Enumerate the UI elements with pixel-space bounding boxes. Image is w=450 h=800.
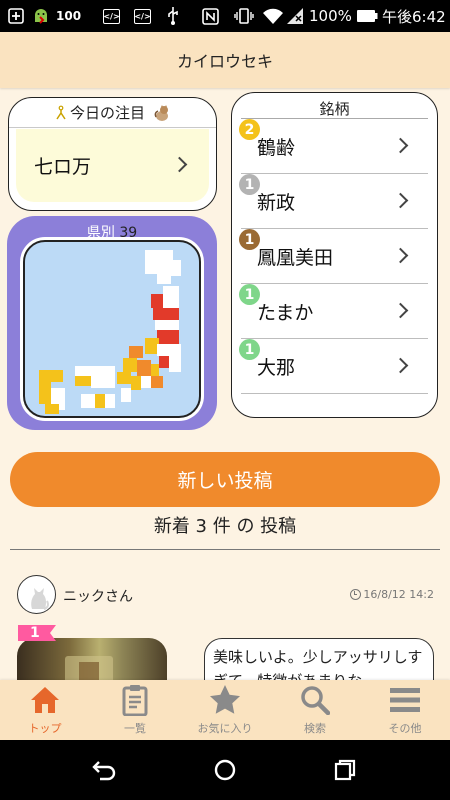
brand-name: 大那: [257, 356, 296, 379]
new-post-label: 新しい投稿: [177, 470, 273, 492]
featured-item-name: 七ロ万: [34, 156, 92, 178]
wifi-icon: [262, 0, 284, 32]
back-icon[interactable]: [89, 754, 121, 786]
status-bar: 100 </> </> 100% 午後6:42: [0, 0, 450, 32]
brand-row[interactable]: 1 たまか: [239, 284, 428, 339]
chevron-right-icon: [392, 247, 409, 264]
featured-header: 今日の注目: [9, 98, 216, 128]
add-icon: [8, 0, 24, 32]
search-icon: [297, 682, 333, 718]
brand-row[interactable]: 1 鳳凰美田: [239, 229, 428, 284]
brand-name: 鳳凰美田: [257, 246, 334, 269]
bell-icon: [54, 105, 68, 121]
nav-top[interactable]: トップ: [0, 680, 90, 740]
clock-time: 午後6:42: [382, 7, 446, 26]
nav-label: お気に入り: [197, 722, 253, 735]
post-time-text: 16/8/12 14:2: [363, 588, 434, 601]
rank-badge: 1: [239, 174, 260, 195]
japan-map[interactable]: [23, 240, 201, 418]
new-posts-heading: 新着 3 件 の 投稿: [153, 516, 297, 537]
home-circle-icon[interactable]: [209, 754, 241, 786]
prefecture-label-row: 県別 39: [7, 222, 217, 242]
bottom-nav: トップ 一覧 お気に入り 検索 その他: [0, 680, 450, 740]
rank-badge: 2: [239, 119, 260, 140]
nav-label: トップ: [28, 722, 62, 735]
code-icon: </>: [134, 0, 151, 32]
post-username[interactable]: ニックさん: [63, 586, 133, 606]
featured-card[interactable]: 今日の注目 七ロ万: [8, 97, 217, 211]
nav-label: 検索: [304, 722, 326, 735]
chevron-right-icon: [392, 302, 409, 319]
home-icon: [27, 682, 63, 718]
post-rank-tag: 1: [18, 625, 56, 655]
chevron-right-icon: [392, 192, 409, 209]
menu-icon: [387, 682, 423, 718]
clock-icon: [350, 589, 362, 600]
brand-name: たまか: [257, 301, 314, 324]
clipboard-icon: [117, 682, 153, 718]
brand-list-title: 銘柄: [319, 100, 350, 118]
cat-silhouette-icon: [31, 588, 49, 610]
nav-label: その他: [388, 722, 422, 735]
nav-label: 一覧: [124, 722, 146, 735]
vibrate-icon: [234, 0, 254, 32]
cat-icon: [153, 104, 171, 122]
android-debug-icon: [31, 0, 51, 32]
rank-badge: 1: [239, 339, 260, 360]
notification-count: 100: [56, 9, 82, 23]
rank-badge: 1: [239, 284, 260, 305]
brand-name: 鶴齢: [257, 136, 296, 159]
battery-icon: [356, 0, 378, 32]
system-nav-bar: [0, 740, 450, 800]
prefecture-label: 県別: [86, 225, 115, 241]
recents-icon[interactable]: [329, 754, 361, 786]
brand-row[interactable]: 1 新政: [239, 174, 428, 229]
nav-search[interactable]: 検索: [270, 680, 360, 740]
signal-icon: [286, 0, 304, 32]
divider: [10, 549, 440, 550]
brand-list-card: 銘柄 2 鶴齢 1 新政 1 鳳凰美田 1 たまか 1 大那: [231, 92, 438, 418]
nfc-icon: [202, 0, 219, 32]
new-post-button[interactable]: 新しい投稿: [10, 452, 440, 507]
app-title: カイロウセキ: [176, 52, 273, 71]
nav-other[interactable]: その他: [360, 680, 450, 740]
chevron-right-icon: [171, 156, 188, 173]
star-icon: [207, 682, 243, 718]
featured-title: 今日の注目: [69, 104, 145, 122]
featured-item-row[interactable]: 七ロ万: [16, 129, 209, 202]
app-title-bar: カイロウセキ: [0, 32, 450, 88]
nav-list[interactable]: 一覧: [90, 680, 180, 740]
brand-list: 2 鶴齢 1 新政 1 鳳凰美田 1 たまか 1 大那: [239, 118, 428, 394]
prefecture-count: 39: [119, 225, 138, 241]
brand-name: 新政: [257, 191, 296, 214]
code-icon: </>: [103, 0, 120, 32]
brand-row[interactable]: 1 大那: [239, 339, 428, 394]
rank-badge: 1: [239, 229, 260, 250]
nav-favorites[interactable]: お気に入り: [180, 680, 270, 740]
usb-icon: [166, 0, 180, 32]
post-rank: 1: [30, 625, 40, 641]
japan-map-graphic: [39, 250, 181, 414]
chevron-right-icon: [392, 137, 409, 154]
prefecture-card[interactable]: 県別 39: [7, 216, 217, 430]
battery-percent: 100%: [309, 7, 352, 25]
avatar[interactable]: [17, 575, 56, 614]
post-timestamp: 16/8/12 14:2: [350, 588, 434, 601]
brand-row[interactable]: 2 鶴齢: [239, 119, 428, 174]
chevron-right-icon: [392, 357, 409, 374]
